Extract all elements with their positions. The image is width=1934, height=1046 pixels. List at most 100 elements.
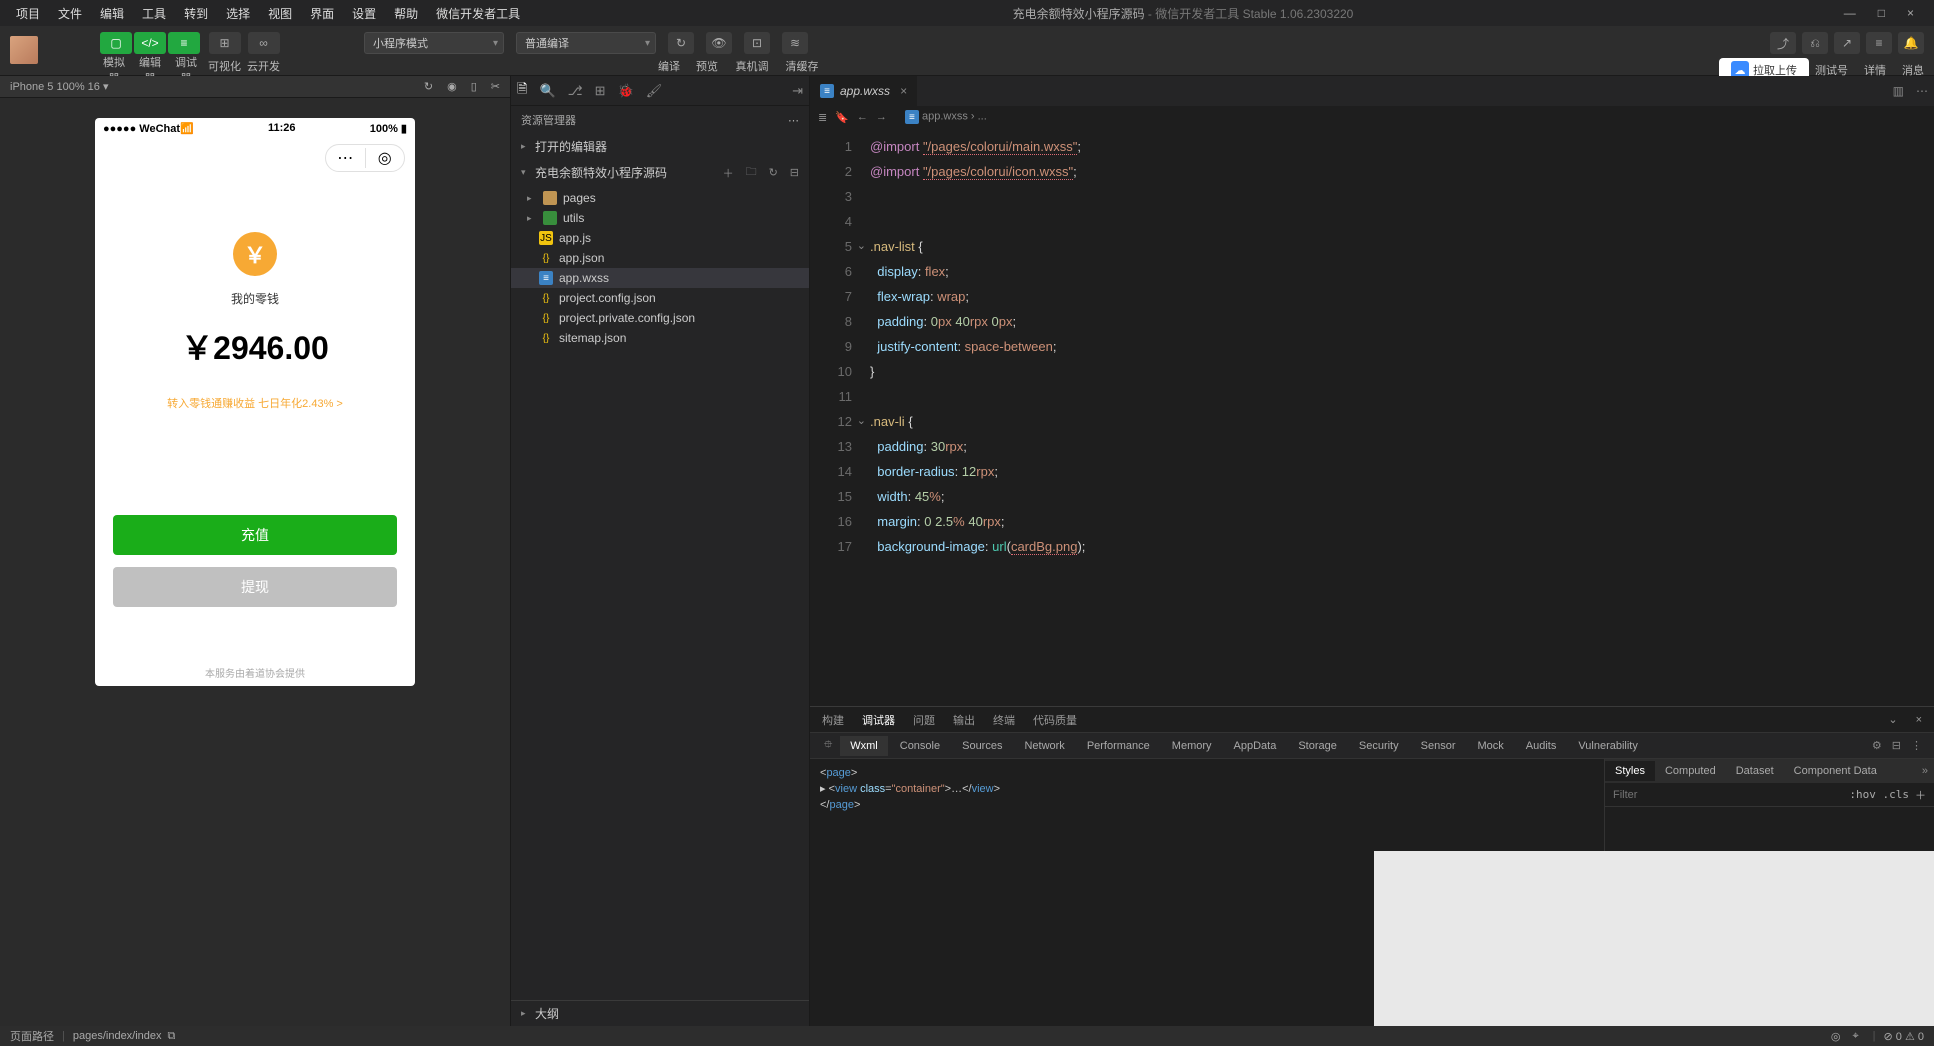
problems-count[interactable]: ⊘ 0 ⚠ 0 bbox=[1884, 1030, 1924, 1043]
capsule-button[interactable]: ⋯ ◎ bbox=[325, 144, 405, 172]
devtab-wxml[interactable]: Wxml bbox=[840, 736, 888, 756]
menu-select[interactable]: 选择 bbox=[218, 2, 258, 25]
visual-toggle[interactable]: ⊞ bbox=[209, 32, 241, 54]
copy-path-icon[interactable]: ⧉ bbox=[168, 1030, 176, 1043]
capsule-close-icon[interactable]: ◎ bbox=[366, 148, 405, 168]
devtab-sources[interactable]: Sources bbox=[952, 736, 1012, 756]
brush-icon[interactable]: 🖌 bbox=[646, 83, 663, 99]
minimize-button[interactable]: — bbox=[1838, 6, 1862, 20]
menu-file[interactable]: 文件 bbox=[50, 2, 90, 25]
new-file-icon[interactable]: ＋ bbox=[723, 165, 734, 181]
project-section[interactable]: 充电余额特效小程序源码 ＋ 🗀 ↻ ⊟ bbox=[511, 159, 809, 186]
devtab-security[interactable]: Security bbox=[1349, 736, 1409, 756]
tab-terminal[interactable]: 终端 bbox=[993, 712, 1015, 728]
refresh-tree-icon[interactable]: ↻ bbox=[769, 166, 778, 179]
devtools-more-icon[interactable]: ⋮ bbox=[1911, 739, 1922, 752]
hov-cls-button[interactable]: :hov .cls bbox=[1849, 788, 1909, 801]
collapse-tree-icon[interactable]: ⊟ bbox=[790, 166, 799, 179]
styletab-componentdata[interactable]: Component Data bbox=[1784, 761, 1887, 781]
mode-select[interactable]: 小程序模式 bbox=[364, 32, 504, 54]
promo-link[interactable]: 转入零钱通赚收益 七日年化2.43% > bbox=[95, 395, 415, 411]
folder-pages[interactable]: pages bbox=[511, 188, 809, 208]
topup-button[interactable]: 充值 bbox=[113, 515, 397, 555]
styles-filter-input[interactable] bbox=[1613, 789, 1843, 801]
styletab-computed[interactable]: Computed bbox=[1655, 761, 1726, 781]
sim-phone-icon[interactable]: ▯ bbox=[471, 80, 477, 93]
git-icon[interactable]: ⎇ bbox=[568, 83, 583, 99]
file-project-config[interactable]: {}project.config.json bbox=[511, 288, 809, 308]
status-target-icon[interactable]: ◎ bbox=[1831, 1030, 1841, 1043]
explorer-more-icon[interactable]: ⋯ bbox=[788, 114, 799, 127]
version-button[interactable]: ⎌ bbox=[1802, 32, 1828, 54]
tab-build[interactable]: 构建 bbox=[822, 712, 844, 728]
tab-quality[interactable]: 代码质量 bbox=[1033, 712, 1077, 728]
preview-button[interactable]: 👁 bbox=[706, 32, 732, 54]
device-selector[interactable]: iPhone 5 100% 16 ▾ bbox=[10, 80, 108, 93]
withdraw-button[interactable]: 提现 bbox=[113, 567, 397, 607]
menu-help[interactable]: 帮助 bbox=[386, 2, 426, 25]
styles-more-icon[interactable]: » bbox=[1916, 765, 1934, 777]
search-icon[interactable]: 🔍 bbox=[539, 83, 555, 99]
close-tab-icon[interactable]: × bbox=[900, 84, 907, 98]
panel-close-icon[interactable]: × bbox=[1916, 714, 1922, 726]
element-picker-icon[interactable]: ⯐ bbox=[818, 736, 838, 755]
tab-output[interactable]: 输出 bbox=[953, 712, 975, 728]
dock-icon[interactable]: ⊟ bbox=[1892, 739, 1901, 752]
share-button[interactable]: ↗ bbox=[1834, 32, 1860, 54]
open-editors-section[interactable]: 打开的编辑器 bbox=[511, 134, 809, 159]
sim-cut-icon[interactable]: ✂ bbox=[491, 80, 500, 93]
menu-project[interactable]: 项目 bbox=[8, 2, 48, 25]
sim-refresh-icon[interactable]: ↻ bbox=[424, 80, 433, 93]
devtab-audits[interactable]: Audits bbox=[1516, 736, 1567, 756]
tab-debugger[interactable]: 调试器 bbox=[862, 712, 895, 728]
split-editor-icon[interactable]: ▥ bbox=[1893, 84, 1904, 98]
code-area[interactable]: 1 2 3 4 5 6 7 8 9 10 11 12 13 14 15 16 1… bbox=[810, 128, 1934, 706]
tab-problems[interactable]: 问题 bbox=[913, 712, 935, 728]
tab-app-wxss[interactable]: ≡ app.wxss × bbox=[810, 76, 917, 106]
outline-section[interactable]: 大纲 bbox=[511, 1000, 809, 1026]
devtab-performance[interactable]: Performance bbox=[1077, 736, 1160, 756]
code-content[interactable]: @import "/pages/colorui/main.wxss"; @imp… bbox=[870, 128, 1085, 706]
file-project-private[interactable]: {}project.private.config.json bbox=[511, 308, 809, 328]
debug-icon[interactable]: 🐞 bbox=[618, 83, 634, 99]
devtab-sensor[interactable]: Sensor bbox=[1411, 736, 1466, 756]
sim-record-icon[interactable]: ◉ bbox=[447, 80, 457, 93]
menu-goto[interactable]: 转到 bbox=[176, 2, 216, 25]
menu-settings[interactable]: 设置 bbox=[344, 2, 384, 25]
details-button[interactable]: ≡ bbox=[1866, 32, 1892, 54]
files-icon[interactable]: 🗎 bbox=[517, 80, 527, 102]
styletab-dataset[interactable]: Dataset bbox=[1726, 761, 1784, 781]
ext-icon[interactable]: ⊞ bbox=[595, 83, 606, 99]
menu-tools[interactable]: 工具 bbox=[134, 2, 174, 25]
devtab-console[interactable]: Console bbox=[890, 736, 950, 756]
devtab-storage[interactable]: Storage bbox=[1288, 736, 1347, 756]
styletab-styles[interactable]: Styles bbox=[1605, 761, 1655, 781]
devtab-appdata[interactable]: AppData bbox=[1224, 736, 1287, 756]
page-path[interactable]: pages/index/index bbox=[73, 1030, 162, 1042]
devtab-mock[interactable]: Mock bbox=[1467, 736, 1513, 756]
clear-cache-button[interactable]: ≋ bbox=[782, 32, 808, 54]
user-avatar[interactable] bbox=[10, 36, 38, 64]
layout-icon[interactable]: ⇥ bbox=[792, 83, 803, 99]
folder-utils[interactable]: utils bbox=[511, 208, 809, 228]
file-app-js[interactable]: JSapp.js bbox=[511, 228, 809, 248]
compile-button[interactable]: ↻ bbox=[668, 32, 694, 54]
notifications-button[interactable]: 🔔 bbox=[1898, 32, 1924, 54]
bookmark-icon[interactable]: 🔖 bbox=[835, 111, 849, 124]
capsule-more-icon[interactable]: ⋯ bbox=[326, 148, 366, 168]
file-app-wxss[interactable]: ≡app.wxss bbox=[511, 268, 809, 288]
compile-select[interactable]: 普通编译 bbox=[516, 32, 656, 54]
file-app-json[interactable]: {}app.json bbox=[511, 248, 809, 268]
nav-back-icon[interactable]: ← bbox=[857, 111, 868, 123]
list-icon[interactable]: ≣ bbox=[818, 111, 827, 124]
menu-wechat-devtools[interactable]: 微信开发者工具 bbox=[428, 2, 528, 25]
new-folder-icon[interactable]: 🗀 bbox=[746, 163, 757, 182]
menu-ui[interactable]: 界面 bbox=[302, 2, 342, 25]
gear-icon[interactable]: ⚙ bbox=[1872, 739, 1882, 752]
editor-toggle[interactable]: </> bbox=[134, 32, 166, 54]
nav-fwd-icon[interactable]: → bbox=[876, 111, 887, 123]
remote-debug-button[interactable]: ⊡ bbox=[744, 32, 770, 54]
cloud-toggle[interactable]: ∞ bbox=[248, 32, 280, 54]
maximize-button[interactable]: □ bbox=[1872, 6, 1891, 20]
devtab-network[interactable]: Network bbox=[1014, 736, 1074, 756]
